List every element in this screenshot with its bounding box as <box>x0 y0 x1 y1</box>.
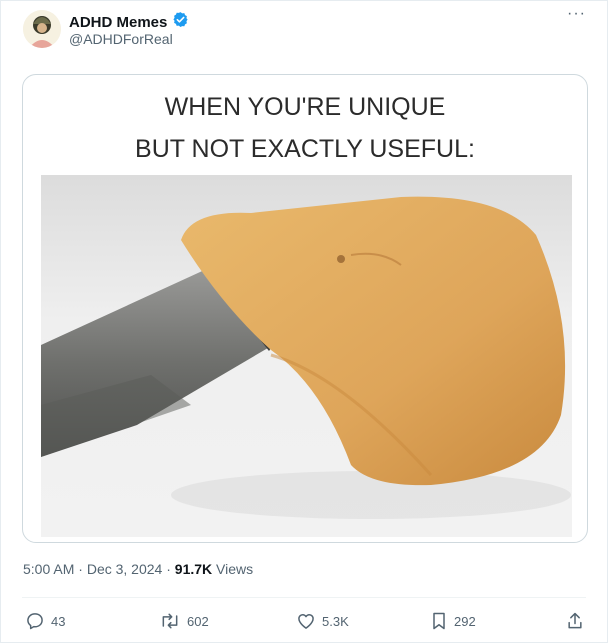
verified-check-icon <box>172 11 189 33</box>
heart-icon <box>296 611 316 631</box>
reply-icon <box>25 611 45 631</box>
meta-separator: · <box>78 561 83 577</box>
meta-separator: · <box>166 561 171 577</box>
repost-button[interactable]: 602 <box>159 611 209 631</box>
share-icon <box>566 611 584 631</box>
post-time[interactable]: 5:00 AM <box>23 561 74 577</box>
like-count: 5.3K <box>322 613 349 629</box>
tweet-metadata: 5:00 AM · Dec 3, 2024 · 91.7K Views <box>23 561 253 577</box>
more-options-button[interactable]: ··· <box>567 5 586 23</box>
repost-icon <box>159 611 181 631</box>
like-button[interactable]: 5.3K <box>296 611 349 631</box>
meme-caption-line-2: BUT NOT EXACTLY USEFUL: <box>135 135 475 163</box>
meme-photo-wooden-axe <box>41 175 572 537</box>
share-button[interactable] <box>566 611 584 631</box>
views-label: Views <box>216 561 254 577</box>
post-date[interactable]: Dec 3, 2024 <box>87 561 163 577</box>
tweet-media[interactable]: WHEN YOU'RE UNIQUE BUT NOT EXACTLY USEFU… <box>22 74 588 543</box>
author-display-name[interactable]: ADHD Memes <box>69 14 167 31</box>
actions-divider <box>22 597 586 598</box>
repost-count: 602 <box>187 613 209 629</box>
meme-caption-line-1: WHEN YOU'RE UNIQUE <box>164 93 446 121</box>
bookmark-count: 292 <box>454 613 476 629</box>
author-avatar[interactable] <box>23 10 61 48</box>
bookmark-button[interactable]: 292 <box>430 611 476 631</box>
author-handle[interactable]: @ADHDForReal <box>69 31 173 47</box>
bookmark-icon <box>430 611 448 631</box>
views-count: 91.7K <box>174 561 213 577</box>
reply-button[interactable]: 43 <box>25 611 65 631</box>
reply-count: 43 <box>51 613 66 629</box>
